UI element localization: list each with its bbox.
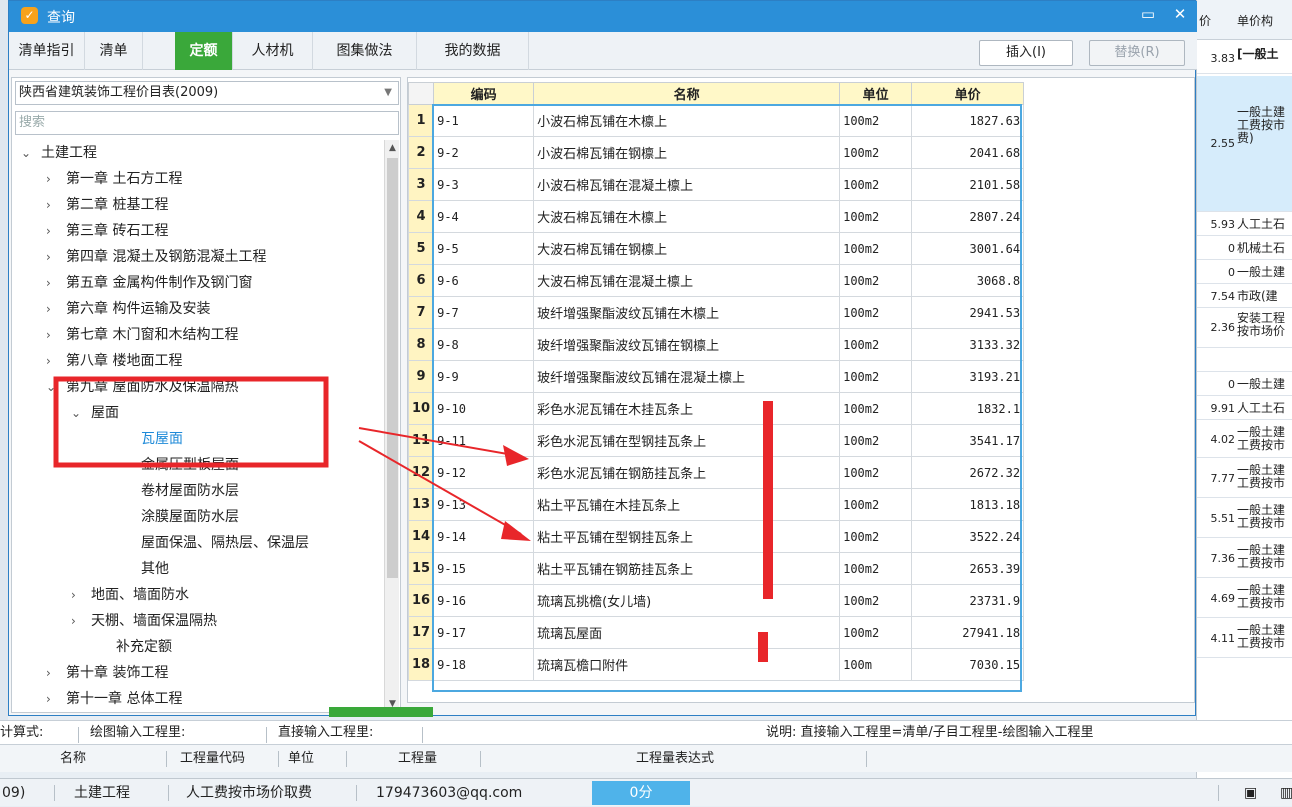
background-row: 3.83 [一般土 bbox=[1197, 44, 1292, 74]
annotation-arrowhead-2 bbox=[501, 521, 531, 541]
background-row-text: 一般土建 工费按市 bbox=[1237, 624, 1286, 650]
col-name: 名称 bbox=[60, 751, 87, 766]
status-fee-mode[interactable]: 人工费按市场价取费 bbox=[186, 779, 312, 807]
annotation-arrow-1 bbox=[358, 427, 520, 457]
background-row-value: 4.11 bbox=[1210, 632, 1236, 645]
background-row-text: 机械土石 bbox=[1237, 242, 1286, 255]
background-row: 5.51 一般土建 工费按市 bbox=[1197, 500, 1292, 538]
background-row-text: 人工土石 bbox=[1237, 402, 1286, 415]
calc-formula-bar: 计算式: 绘图输入工程里: 直接输入工程里: 说明: 直接输入工程里=清单/子目… bbox=[0, 720, 1292, 744]
background-row-value: 4.02 bbox=[1210, 433, 1236, 446]
annotation-bar-2 bbox=[758, 632, 768, 662]
background-row: 2.36 安装工程 按市场价 bbox=[1197, 308, 1292, 348]
background-row: 7.36 一般土建 工费按市 bbox=[1197, 540, 1292, 578]
col-unit: 单位 bbox=[288, 751, 315, 766]
background-row-text: 一般土建 bbox=[1237, 266, 1286, 279]
col-quantity: 工程量 bbox=[398, 751, 438, 766]
window-tile-icon[interactable]: ▥ bbox=[1280, 779, 1292, 807]
background-row: 2.55 一般土建 工费按市 费) bbox=[1197, 76, 1292, 212]
background-row: 0 一般土建 bbox=[1197, 374, 1292, 396]
background-row-value: 4.69 bbox=[1210, 592, 1236, 605]
status-email: 179473603@qq.com bbox=[376, 785, 523, 801]
background-row: 7.77 一般土建 工费按市 bbox=[1197, 460, 1292, 498]
background-row-value: 9.91 bbox=[1210, 402, 1236, 415]
annotation-overlay bbox=[53, 376, 773, 662]
background-row-value: 0 bbox=[1228, 266, 1235, 279]
background-row-text: 一般土建 工费按市 bbox=[1237, 464, 1286, 490]
background-row-value: 2.55 bbox=[1210, 137, 1236, 150]
background-row-text: 一般土建 工费按市 bbox=[1237, 544, 1286, 570]
status-timer: 0分 bbox=[592, 781, 690, 805]
background-row-value: 0 bbox=[1228, 378, 1235, 391]
status-year: 09) bbox=[2, 785, 26, 801]
background-row-value: 0 bbox=[1228, 242, 1235, 255]
background-row-text: [一般土 bbox=[1237, 48, 1279, 61]
background-row-text: 一般土建 工费按市 费) bbox=[1237, 106, 1286, 145]
background-row-text: 安装工程 按市场价 bbox=[1237, 312, 1286, 338]
background-header-cell: 价 bbox=[1199, 14, 1212, 28]
annotation-arrow-2 bbox=[358, 440, 522, 535]
background-row-text: 一般土建 工费按市 bbox=[1237, 426, 1286, 452]
annotation-box bbox=[53, 376, 329, 468]
col-quantity-code: 工程量代码 bbox=[180, 751, 246, 766]
background-row-text: 市政(建 bbox=[1237, 290, 1278, 303]
background-row: 4.11 一般土建 工费按市 bbox=[1197, 620, 1292, 658]
background-row-value: 7.77 bbox=[1210, 472, 1236, 485]
calc-note: 说明: 直接输入工程里=清单/子目工程里-绘图输入工程里 bbox=[766, 725, 1094, 740]
background-row: 4.02 一般土建 工费按市 bbox=[1197, 422, 1292, 458]
background-row-value: 3.83 bbox=[1210, 52, 1236, 65]
background-row bbox=[1197, 350, 1292, 372]
background-row-value: 2.36 bbox=[1210, 321, 1236, 334]
status-profession[interactable]: 土建工程 bbox=[74, 779, 130, 807]
background-row-value: 7.54 bbox=[1210, 290, 1236, 303]
background-row: 7.54 市政(建 bbox=[1197, 286, 1292, 308]
status-bar: 09) 土建工程 人工费按市场价取费 179473603@qq.com 0分 ▣… bbox=[0, 778, 1292, 806]
background-table-header: 价 单价构 bbox=[1197, 0, 1292, 40]
background-row-text: 人工土石 bbox=[1237, 218, 1286, 231]
background-row: 9.91 人工土石 bbox=[1197, 398, 1292, 420]
background-row: 0 机械土石 bbox=[1197, 238, 1292, 260]
annotation-bar-1 bbox=[763, 401, 773, 599]
calc-label: 计算式: bbox=[0, 725, 44, 740]
background-row: 5.93 人工土石 bbox=[1197, 214, 1292, 236]
quantity-header-row: 名称 工程量代码 单位 工程量 工程量表达式 bbox=[0, 744, 1292, 772]
background-left-strip bbox=[0, 0, 8, 720]
drawing-quantity-label: 绘图输入工程里: bbox=[90, 725, 186, 740]
annotation-arrowhead-1 bbox=[503, 445, 529, 466]
direct-quantity-label: 直接输入工程里: bbox=[278, 725, 374, 740]
background-row: 4.69 一般土建 工费按市 bbox=[1197, 580, 1292, 618]
background-header-cell: 单价构 bbox=[1237, 14, 1274, 28]
background-row-text: 一般土建 工费按市 bbox=[1237, 504, 1286, 530]
window-restore-icon[interactable]: ▣ bbox=[1244, 779, 1257, 807]
background-row-text: 一般土建 bbox=[1237, 378, 1286, 391]
background-row-value: 7.36 bbox=[1210, 552, 1236, 565]
background-row-value: 5.93 bbox=[1210, 218, 1236, 231]
background-row: 0 一般土建 bbox=[1197, 262, 1292, 284]
background-row-value: 5.51 bbox=[1210, 512, 1236, 525]
background-quota-table: 价单价构 3.83 [一般土 2.55 一般土建 工费按市 费) 5.93 人工土石 0 机械土… bbox=[1196, 0, 1292, 806]
query-dialog: ✓ 查询 ▭ ✕ 清单指引 清单 定额 人材机 图集做法 我的数据 插入(I) … bbox=[8, 0, 1197, 717]
background-row-text: 一般土建 工费按市 bbox=[1237, 584, 1286, 610]
col-quantity-expression: 工程量表达式 bbox=[636, 751, 715, 766]
